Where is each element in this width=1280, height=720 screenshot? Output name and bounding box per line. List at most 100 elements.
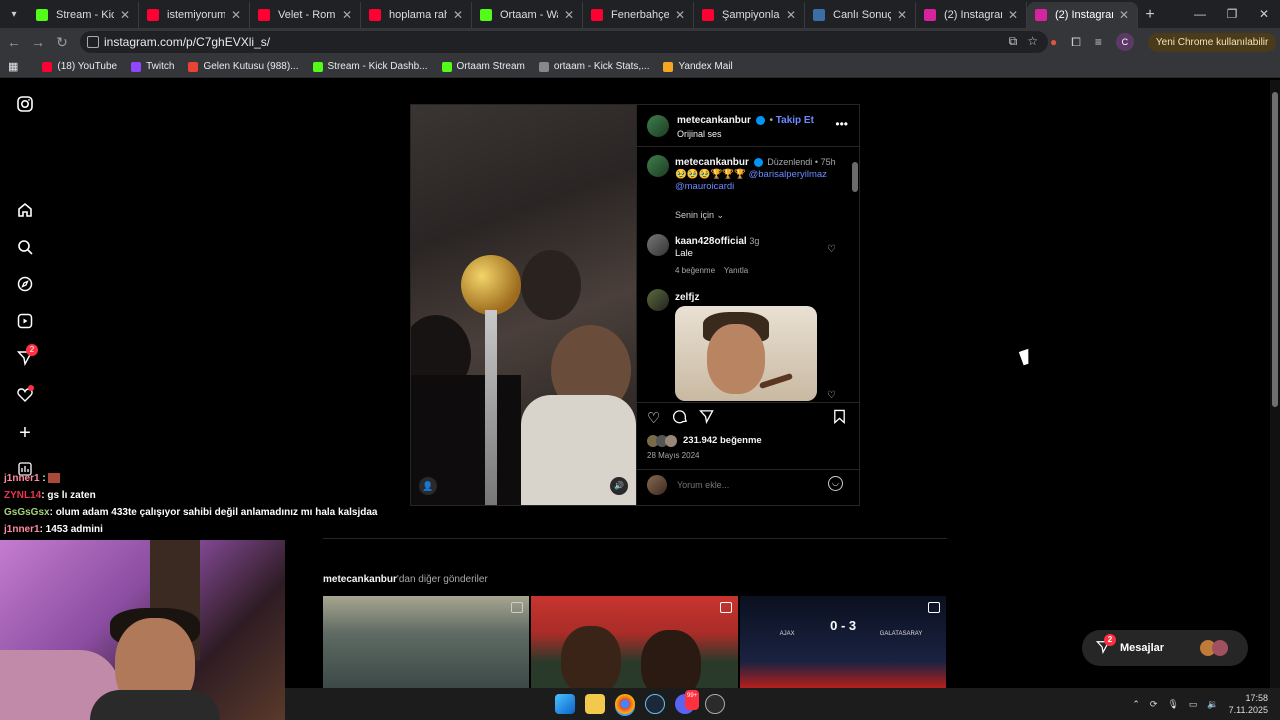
home-icon[interactable] bbox=[16, 202, 34, 220]
browser-tab[interactable]: Ortaam - Watch o ✕ bbox=[472, 2, 583, 28]
mention-link-2[interactable]: @mauroicardi bbox=[675, 181, 734, 192]
address-bar[interactable]: instagram.com/p/C7ghEVXli_s/ ⧉ ☆ bbox=[80, 31, 1048, 53]
commenter-username[interactable]: kaan428official bbox=[675, 236, 747, 247]
notifications-heart-icon[interactable] bbox=[16, 385, 34, 405]
liker-avatars[interactable] bbox=[647, 435, 683, 447]
reply-button[interactable]: Yanıtla bbox=[724, 266, 748, 275]
close-tab-icon[interactable]: ✕ bbox=[1119, 8, 1129, 22]
messages-icon[interactable]: 2 bbox=[16, 344, 38, 368]
tagged-users-icon[interactable]: 👤 bbox=[419, 477, 437, 495]
bookmark-item[interactable]: Gelen Kutusu (988)... bbox=[188, 61, 299, 72]
close-tab-icon[interactable]: ✕ bbox=[675, 8, 685, 22]
close-tab-icon[interactable]: ✕ bbox=[453, 8, 463, 22]
start-windows-icon[interactable] bbox=[555, 694, 575, 714]
emoji-picker-icon[interactable]: ◡ bbox=[828, 476, 843, 491]
post-thumbnail[interactable] bbox=[531, 596, 738, 690]
close-tab-icon[interactable]: ✕ bbox=[564, 8, 574, 22]
apps-grid-icon[interactable]: ▦ bbox=[8, 60, 18, 73]
maximize-icon[interactable]: ❐ bbox=[1216, 0, 1248, 28]
reload-button[interactable]: ↻ bbox=[50, 34, 74, 51]
search-icon[interactable] bbox=[16, 239, 34, 257]
browser-tab[interactable]: (2) Instagram ✕ bbox=[916, 2, 1027, 28]
follow-button[interactable]: Takip Et bbox=[776, 115, 814, 126]
close-tab-icon[interactable]: ✕ bbox=[1008, 8, 1018, 22]
browser-tab[interactable]: Velet - Roman Ol ✕ bbox=[250, 2, 361, 28]
save-bookmark-icon[interactable] bbox=[833, 409, 846, 428]
bookmark-item[interactable]: Ortaam Stream bbox=[441, 61, 525, 72]
bookmark-item[interactable]: Stream - Kick Dashb... bbox=[312, 61, 428, 72]
site-info-icon[interactable] bbox=[87, 36, 99, 48]
comment-input[interactable] bbox=[677, 478, 817, 492]
audio-label[interactable]: Orijinal ses bbox=[677, 129, 722, 139]
audio-toggle-icon[interactable]: 🔊 bbox=[610, 477, 628, 495]
post-thumbnail[interactable]: 0 - 3 AJAX GALATASARAY bbox=[739, 596, 946, 690]
discord-icon[interactable]: 99+ bbox=[675, 690, 700, 714]
close-tab-icon[interactable]: ✕ bbox=[342, 8, 352, 22]
comment-likes[interactable]: 4 beğenme bbox=[675, 266, 715, 275]
app-icon[interactable] bbox=[705, 694, 725, 714]
more-posts-author[interactable]: metecankanbur bbox=[323, 574, 397, 585]
tab-search-button[interactable]: ▾ bbox=[0, 0, 28, 28]
bookmark-item[interactable]: ortaam - Kick Stats,... bbox=[538, 61, 649, 72]
browser-tab[interactable]: istemiyorum lan T ✕ bbox=[139, 2, 250, 28]
comment-bubble-icon[interactable] bbox=[672, 409, 688, 428]
bookmark-item[interactable]: Yandex Mail bbox=[663, 61, 733, 72]
browser-tab[interactable]: Canlı Sonuçlar, id ✕ bbox=[805, 2, 916, 28]
media-control-icon[interactable]: ≡ bbox=[1095, 35, 1102, 49]
mention-link[interactable]: @barisalperyilmaz bbox=[749, 169, 827, 180]
file-explorer-icon[interactable] bbox=[585, 694, 605, 714]
comment-like-heart-icon-2[interactable]: ♡ bbox=[827, 390, 836, 401]
chrome-update-button[interactable]: Yeni Chrome kullanılabilir bbox=[1147, 32, 1277, 52]
bookmark-item[interactable]: Twitch bbox=[131, 61, 174, 72]
comments-scrollbar[interactable] bbox=[852, 150, 858, 398]
comment-gif-image[interactable] bbox=[675, 306, 817, 401]
close-tab-icon[interactable]: ✕ bbox=[897, 8, 907, 22]
more-options-icon[interactable]: ••• bbox=[835, 117, 848, 131]
close-tab-icon[interactable]: ✕ bbox=[231, 8, 241, 22]
commenter-username-2[interactable]: zelfjz bbox=[675, 292, 699, 303]
display-icon[interactable]: ▭ bbox=[1189, 699, 1198, 710]
browser-tab[interactable]: (2) Instagram ✕ bbox=[1027, 2, 1138, 28]
steam-icon[interactable] bbox=[645, 694, 665, 714]
back-button[interactable]: ← bbox=[2, 34, 26, 50]
author-username[interactable]: metecankanbur bbox=[677, 115, 751, 126]
close-tab-icon[interactable]: ✕ bbox=[120, 8, 130, 22]
create-plus-icon[interactable]: + bbox=[16, 423, 34, 443]
reels-icon[interactable] bbox=[16, 313, 34, 331]
profile-avatar[interactable]: C bbox=[1115, 33, 1134, 51]
tray-chevron-icon[interactable]: ⌃ bbox=[1132, 699, 1140, 710]
like-heart-icon[interactable]: ♡ bbox=[647, 409, 660, 427]
explore-icon[interactable] bbox=[16, 276, 34, 294]
browser-tab[interactable]: Şampiyonlar Ligi ✕ bbox=[694, 2, 805, 28]
browser-tab[interactable]: Fenerbahçe, Vikto ✕ bbox=[583, 2, 694, 28]
sync-icon[interactable]: ⟳ bbox=[1150, 699, 1158, 710]
extension-icon[interactable]: ● bbox=[1050, 35, 1057, 49]
commenter-avatar[interactable] bbox=[647, 234, 669, 256]
clock[interactable]: 17:58 7.11.2025 bbox=[1229, 692, 1268, 716]
bookmark-star-icon[interactable]: ☆ bbox=[1027, 34, 1038, 49]
instagram-logo-icon[interactable] bbox=[16, 96, 34, 114]
volume-icon[interactable]: 🔉 bbox=[1207, 699, 1218, 710]
mic-icon[interactable]: 🎙 bbox=[1167, 699, 1178, 710]
comment-filter-dropdown[interactable]: Senin için ⌄ bbox=[675, 210, 724, 221]
forward-button[interactable]: → bbox=[26, 34, 50, 50]
post-video[interactable]: 👤 🔊 bbox=[411, 105, 636, 505]
likes-count[interactable]: 231.942 beğenme bbox=[683, 435, 762, 446]
extensions-puzzle-icon[interactable]: ⧠ bbox=[1071, 35, 1081, 50]
author-avatar[interactable] bbox=[647, 115, 669, 137]
bookmark-item[interactable]: (18) YouTube bbox=[42, 61, 117, 72]
messages-floating-button[interactable]: 2 Mesajlar bbox=[1082, 630, 1248, 666]
caption-avatar[interactable] bbox=[647, 155, 669, 177]
commenter-avatar-2[interactable] bbox=[647, 289, 669, 311]
page-scrollbar[interactable] bbox=[1270, 80, 1280, 690]
share-send-icon[interactable] bbox=[698, 409, 714, 428]
browser-tab[interactable]: hoplama rahat ol ✕ bbox=[361, 2, 472, 28]
close-window-icon[interactable]: ✕ bbox=[1248, 0, 1280, 28]
minimize-icon[interactable]: — bbox=[1184, 0, 1216, 28]
install-app-icon[interactable]: ⧉ bbox=[1009, 34, 1018, 49]
post-thumbnail[interactable] bbox=[323, 596, 530, 690]
close-tab-icon[interactable]: ✕ bbox=[786, 8, 796, 22]
new-tab-button[interactable]: + bbox=[1138, 2, 1162, 28]
chrome-taskbar-icon[interactable] bbox=[615, 694, 635, 714]
caption-username[interactable]: metecankanbur bbox=[675, 157, 749, 168]
